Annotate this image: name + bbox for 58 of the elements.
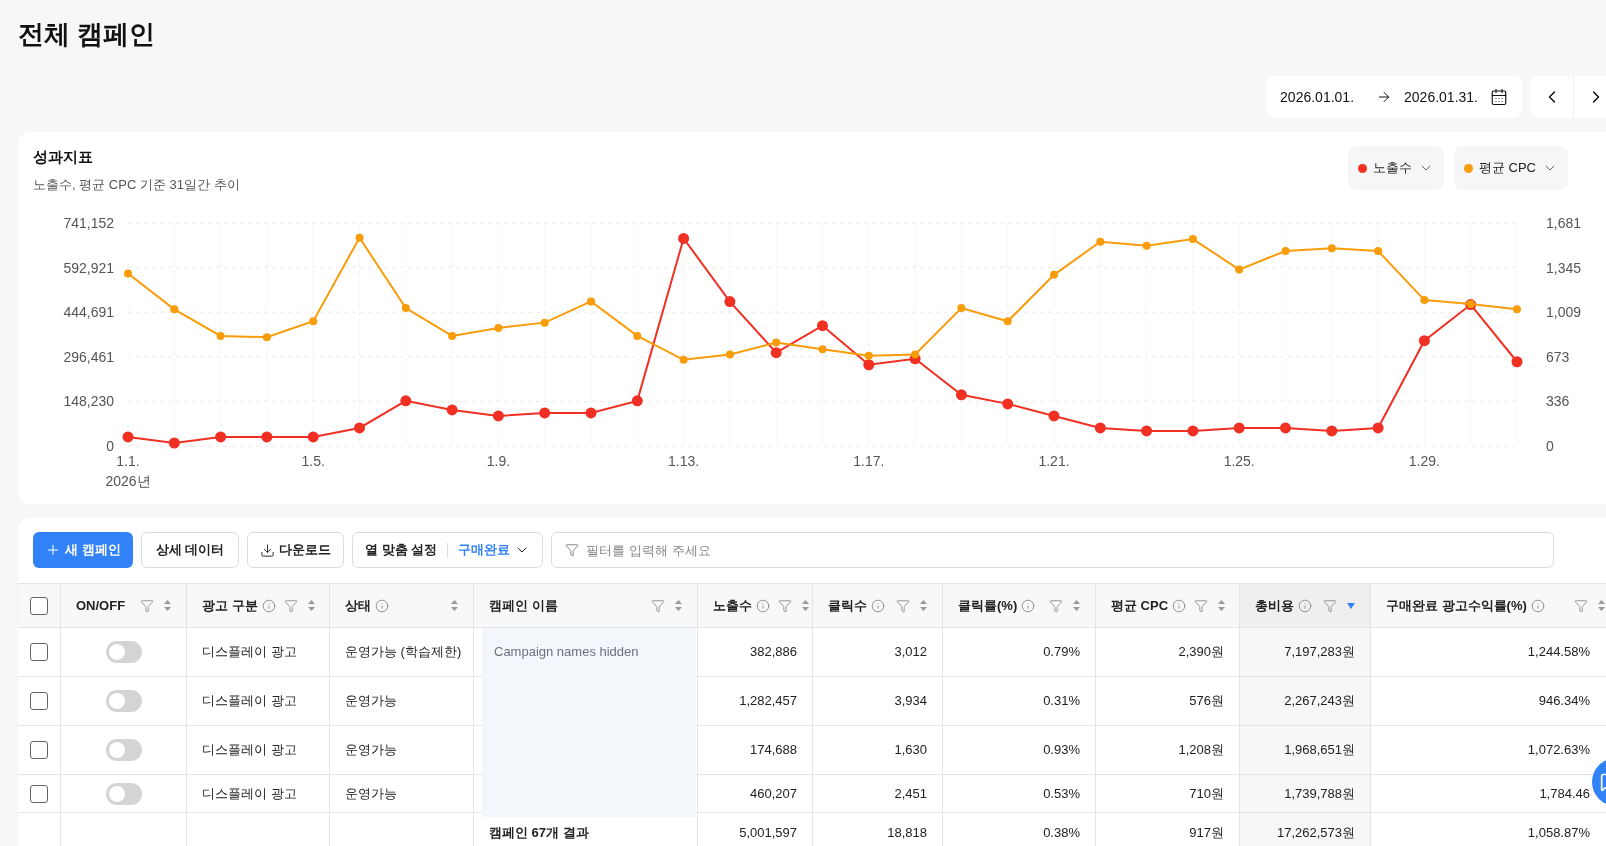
axis-tick-label: 1.1. <box>116 453 140 469</box>
column-header[interactable]: 평균 CPC <box>1096 584 1240 627</box>
table-cell: 17,262,573원 <box>1240 813 1371 846</box>
table-cell: 운영가능 <box>330 726 474 774</box>
column-header[interactable]: 구매완료 광고수익률(%) <box>1371 584 1606 627</box>
start-date: 2026.01.01. <box>1280 87 1355 107</box>
axis-tick-label: 1.17. <box>853 453 885 469</box>
axis-tick-label: 148,230 <box>63 393 114 410</box>
axis-tick-label: 0 <box>1546 438 1554 454</box>
column-header[interactable]: 총비용 <box>1240 584 1371 627</box>
page-title: 전체 캠페인 <box>18 18 157 50</box>
table-cell: 디스플레이 광고 <box>187 628 330 676</box>
table-cell: 디스플레이 광고 <box>187 775 330 812</box>
table-cell: 2,267,243원 <box>1240 677 1371 725</box>
column-header[interactable]: 상태 <box>330 584 474 627</box>
axis-tick-label: 1,681 <box>1546 215 1582 231</box>
axis-tick-label: 336 <box>1546 393 1570 410</box>
table-cell: 7,197,283원 <box>1240 628 1371 676</box>
axis-tick-label: 741,152 <box>63 215 114 231</box>
column-header[interactable]: 클릭수 <box>813 584 943 627</box>
table-cell: 운영가능 (학습제한) <box>330 628 474 676</box>
table-cell: 1,739,788원 <box>1240 775 1371 812</box>
axis-tick-label: 1.13. <box>668 453 700 469</box>
axis-tick-label: 296,461 <box>63 348 114 365</box>
axis-tick-label: 592,921 <box>63 259 114 276</box>
axis-tick-label: 673 <box>1546 348 1570 365</box>
table-cell: 디스플레이 광고 <box>187 726 330 774</box>
column-settings-button[interactable]: 열 맞춤 설정 구매완료 <box>352 532 544 568</box>
table-cell: 운영가능 <box>330 677 474 725</box>
card-subtitle: 노출수, 평균 CPC 기준 31일간 추이 <box>33 175 240 194</box>
axis-tick-label: 1.5. <box>301 453 325 469</box>
card-title: 성과지표 <box>33 147 94 167</box>
axis-tick-label: 1.29. <box>1408 453 1440 469</box>
metric-selector[interactable]: 평균 CPC <box>1453 146 1568 190</box>
column-header[interactable]: 클릭률(%) <box>943 584 1096 627</box>
date-range-picker[interactable]: 2026.01.01. 2026.01.31. <box>1266 76 1522 118</box>
axis-year-label: 2026년 <box>105 473 151 489</box>
axis-tick-label: 444,691 <box>63 304 114 321</box>
axis-tick-label: 1,345 <box>1546 259 1582 276</box>
table-cell: 디스플레이 광고 <box>187 677 330 725</box>
metric-selector[interactable]: 노출수 <box>1347 146 1444 190</box>
column-header[interactable]: ON/OFF <box>61 584 187 627</box>
end-date: 2026.01.31. <box>1404 87 1478 107</box>
axis-tick-label: 1.9. <box>486 453 511 469</box>
download-button[interactable]: 다운로드 <box>247 532 345 568</box>
column-header[interactable]: 노출수 <box>698 584 813 627</box>
hidden-names-overlay: Campaign names hidden <box>482 628 696 817</box>
column-header[interactable]: 광고 구분 <box>187 584 330 627</box>
new-campaign-button[interactable]: 새 캠페인 <box>33 532 133 568</box>
detail-data-button[interactable]: 상세 데이터 <box>140 532 240 568</box>
axis-tick-label: 1,009 <box>1546 304 1582 321</box>
table-cell: 운영가능 <box>330 775 474 812</box>
axis-tick-label: 0 <box>106 438 114 454</box>
table-cell: 1,968,651원 <box>1240 726 1371 774</box>
filter-field[interactable]: 필터를 입력해 주세요 <box>551 532 1554 568</box>
column-header[interactable]: 캠페인 이름 <box>474 584 698 627</box>
axis-tick-label: 1.21. <box>1038 453 1070 469</box>
axis-tick-label: 1.25. <box>1223 453 1255 469</box>
